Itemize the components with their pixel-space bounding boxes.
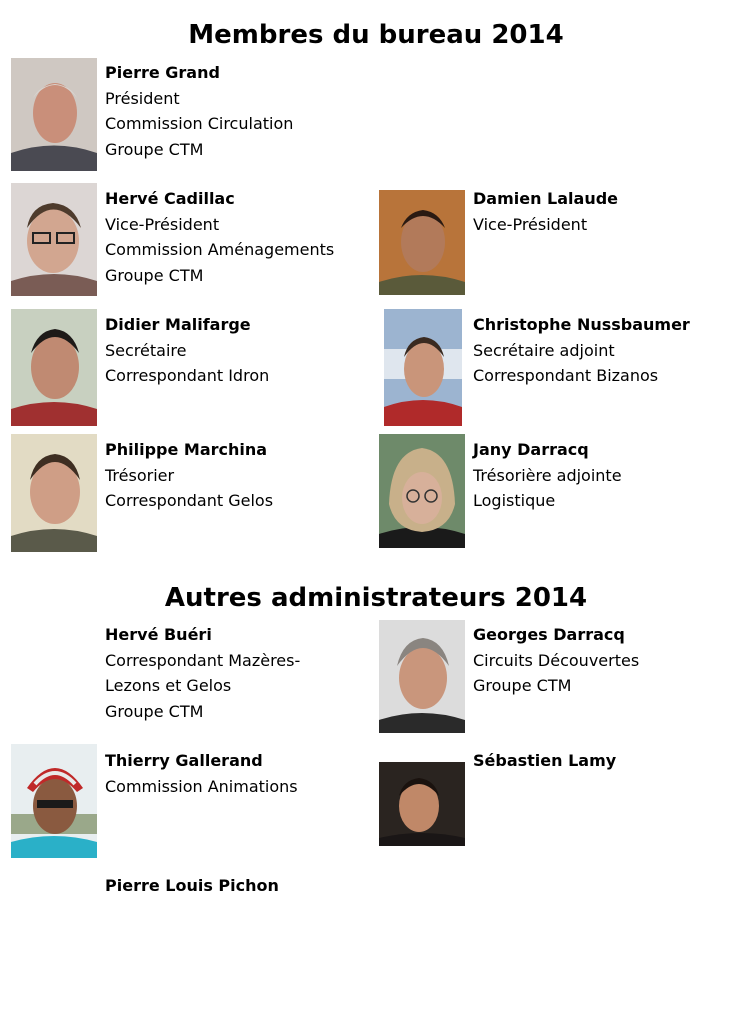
- info-georges-darracq: Georges Darracq Circuits Découvertes Gro…: [473, 622, 639, 699]
- section-title-bureau: Membres du bureau 2014: [188, 20, 564, 50]
- photo-thierry-gallerand: [11, 744, 97, 858]
- info-didier-malifarge: Didier Malifarge Secrétaire Correspondan…: [105, 312, 269, 389]
- photo-jany-darracq: [379, 434, 465, 548]
- photo-sebastien-lamy: [379, 762, 465, 846]
- info-pierre-louis-pichon: Pierre Louis Pichon: [105, 873, 279, 899]
- member-role: Président: [105, 88, 180, 108]
- member-name: Georges Darracq: [473, 625, 625, 644]
- photo-herve-cadillac: [11, 183, 97, 296]
- member-role: Correspondant Gelos: [105, 491, 274, 510]
- member-role: Secrétaire adjoint: [473, 340, 615, 360]
- photo-philippe-marchina: [11, 434, 97, 552]
- info-damien-lalaude: Damien Lalaude Vice-Président: [473, 186, 618, 237]
- member-role: Correspondant Idron: [105, 366, 270, 385]
- info-jany-darracq: Jany Darracq Trésorière adjointe Logisti…: [473, 437, 622, 514]
- member-role: Circuits Découvertes: [473, 650, 640, 670]
- member-role: Groupe CTM: [473, 676, 572, 695]
- member-name: Jany Darracq: [473, 440, 589, 459]
- info-thierry-gallerand: Thierry Gallerand Commission Animations: [105, 748, 298, 799]
- photo-christophe-nussbaumer: [384, 309, 462, 426]
- member-role: Groupe CTM: [105, 139, 204, 159]
- section-title-admins: Autres administrateurs 2014: [164, 583, 588, 613]
- member-role: Logistique: [473, 491, 556, 510]
- member-name: Didier Malifarge: [105, 315, 251, 334]
- photo-didier-malifarge: [11, 309, 97, 426]
- member-name: Pierre Louis Pichon: [105, 876, 279, 895]
- member-role: Vice-Président: [473, 214, 588, 234]
- info-herve-cadillac: Hervé Cadillac Vice-Président Commission…: [105, 186, 334, 288]
- member-role: Groupe CTM: [105, 701, 204, 721]
- info-philippe-marchina: Philippe Marchina Trésorier Correspondan…: [105, 437, 273, 514]
- member-role: Correspondant Mazères-: [105, 650, 301, 670]
- member-role: Trésorier: [105, 465, 175, 485]
- info-sebastien-lamy: Sébastien Lamy: [473, 748, 616, 774]
- member-name: Christophe Nussbaumer: [473, 315, 690, 334]
- member-role: Vice-Président: [105, 214, 220, 234]
- member-name: Thierry Gallerand: [105, 751, 263, 770]
- member-name: Sébastien Lamy: [473, 751, 617, 770]
- member-role: Trésorière adjointe: [473, 465, 622, 485]
- member-name: Hervé Cadillac: [105, 189, 235, 208]
- photo-pierre-grand: [11, 58, 97, 171]
- member-role: Groupe CTM: [105, 265, 204, 285]
- member-role: Correspondant Bizanos: [473, 366, 659, 385]
- member-role: Lezons et Gelos: [105, 676, 232, 695]
- member-role: Commission Aménagements: [105, 240, 335, 259]
- info-christophe-nussbaumer: Christophe Nussbaumer Secrétaire adjoint…: [473, 312, 690, 389]
- info-pierre-grand: Pierre Grand Président Commission Circul…: [105, 60, 293, 162]
- member-role: Commission Circulation: [105, 114, 294, 133]
- member-role: Secrétaire: [105, 340, 187, 360]
- photo-georges-darracq: [379, 620, 465, 733]
- member-role: Commission Animations: [105, 776, 298, 796]
- info-herve-bueri: Hervé Buéri Correspondant Mazères- Lezon…: [105, 622, 300, 724]
- member-name: Pierre Grand: [105, 63, 220, 82]
- photo-damien-lalaude: [379, 190, 465, 295]
- member-name: Hervé Buéri: [105, 625, 212, 644]
- member-name: Philippe Marchina: [105, 440, 268, 459]
- member-name: Damien Lalaude: [473, 189, 619, 208]
